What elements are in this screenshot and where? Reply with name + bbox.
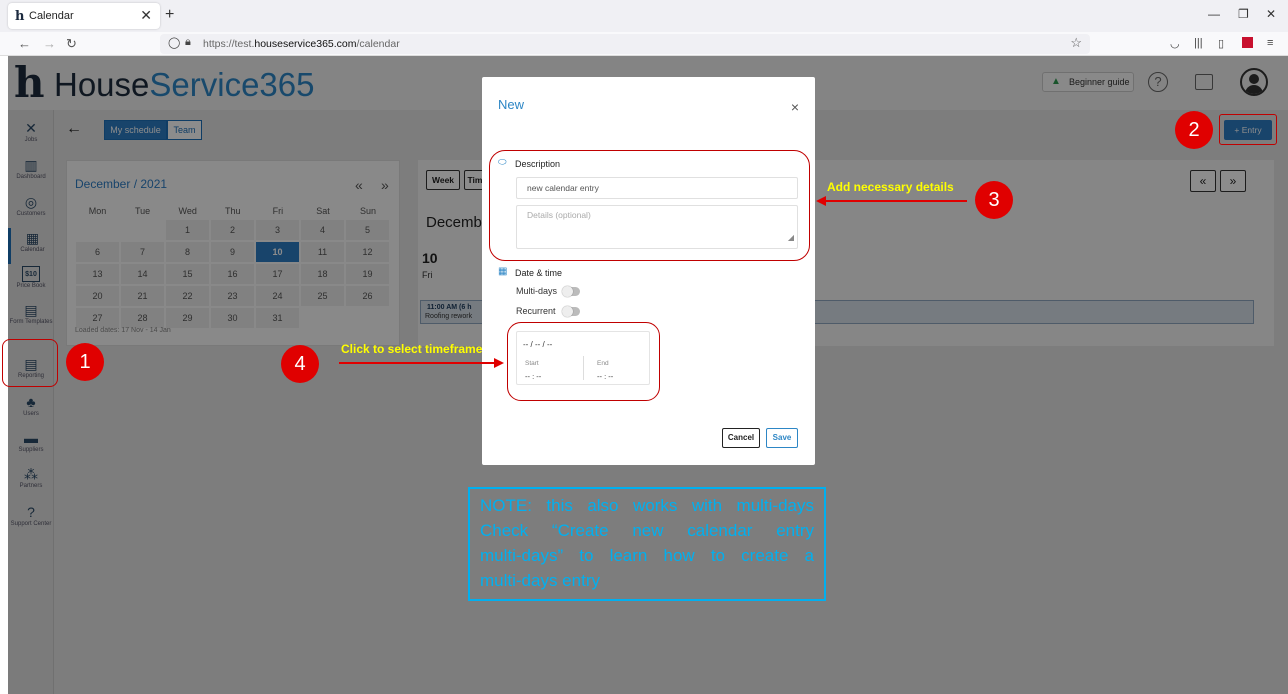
- step-1-badge: 1: [66, 343, 104, 381]
- callout-add-details: Add necessary details: [827, 180, 954, 194]
- dialog-title: New: [498, 97, 525, 112]
- save-button[interactable]: Save: [766, 428, 798, 448]
- url-bar[interactable]: ◯ 🔒︎ https://test.houseservice365.com/ca…: [160, 34, 1090, 54]
- library-icon[interactable]: |||: [1194, 37, 1203, 49]
- note-box: NOTE: this also works with multi-days Ch…: [468, 487, 826, 601]
- restore-icon[interactable]: ❐: [1238, 7, 1249, 21]
- note-line: multi-days” to learn how to create a: [480, 546, 814, 565]
- menu-icon[interactable]: ≡: [1267, 37, 1273, 49]
- new-tab-icon[interactable]: +: [165, 6, 174, 24]
- arrow-to-timeframe: [339, 362, 494, 364]
- step-3-badge: 3: [975, 181, 1013, 219]
- timeframe-highlight: [507, 322, 660, 401]
- extension-icon[interactable]: [1242, 37, 1253, 48]
- reporting-highlight: [2, 339, 58, 387]
- tab-title: Calendar: [29, 10, 74, 22]
- close-window-icon[interactable]: ✕: [1266, 7, 1276, 21]
- new-entry-dialog: New × ⬭ Description new calendar entry D…: [482, 77, 815, 465]
- forward-icon[interactable]: →: [43, 36, 56, 51]
- sidebar-toggle-icon[interactable]: ▯: [1218, 37, 1224, 50]
- arrow-head-right: [494, 358, 504, 368]
- arrow-to-description: [826, 200, 967, 202]
- multidays-label: Multi-days: [516, 286, 558, 296]
- favicon-icon: h: [15, 9, 25, 24]
- shield-icon: ◯: [168, 37, 181, 49]
- recurrent-toggle[interactable]: [562, 306, 580, 317]
- pocket-icon[interactable]: ◡: [1170, 37, 1180, 50]
- reload-icon[interactable]: ↻: [66, 36, 77, 52]
- browser-tab-bar: h Calendar ✕ + — ❐ ✕: [0, 0, 1288, 32]
- browser-nav-bar: ← → ↻ ◯ 🔒︎ https://test.houseservice365.…: [0, 32, 1288, 56]
- note-line: Check “Create new calendar entry: [480, 521, 814, 540]
- minimize-icon[interactable]: —: [1208, 7, 1220, 21]
- entry-highlight: [1219, 114, 1277, 145]
- description-highlight: [489, 150, 810, 261]
- recurrent-label: Recurrent: [516, 306, 556, 316]
- close-icon[interactable]: ×: [791, 99, 799, 115]
- note-line: multi-days entry: [480, 571, 600, 590]
- cancel-button[interactable]: Cancel: [722, 428, 760, 448]
- arrow-head-left: [816, 196, 826, 206]
- lock-icon: 🔒︎: [185, 36, 191, 48]
- datetime-label: Date & time: [515, 268, 563, 278]
- callout-select-timeframe: Click to select timeframe: [341, 342, 483, 356]
- close-tab-icon[interactable]: ✕: [140, 7, 152, 24]
- note-line: NOTE: this also works with multi-days: [480, 496, 814, 515]
- step-4-badge: 4: [281, 345, 319, 383]
- step-2-badge: 2: [1175, 111, 1213, 149]
- calendar-icon: ▦: [498, 266, 508, 277]
- bookmark-star-icon[interactable]: ☆: [1070, 35, 1082, 51]
- back-icon[interactable]: ←: [18, 36, 31, 51]
- url-text: https://test.houseservice365.com/calenda…: [203, 38, 400, 50]
- multidays-toggle[interactable]: [562, 286, 580, 297]
- browser-tab[interactable]: h Calendar ✕: [8, 3, 160, 29]
